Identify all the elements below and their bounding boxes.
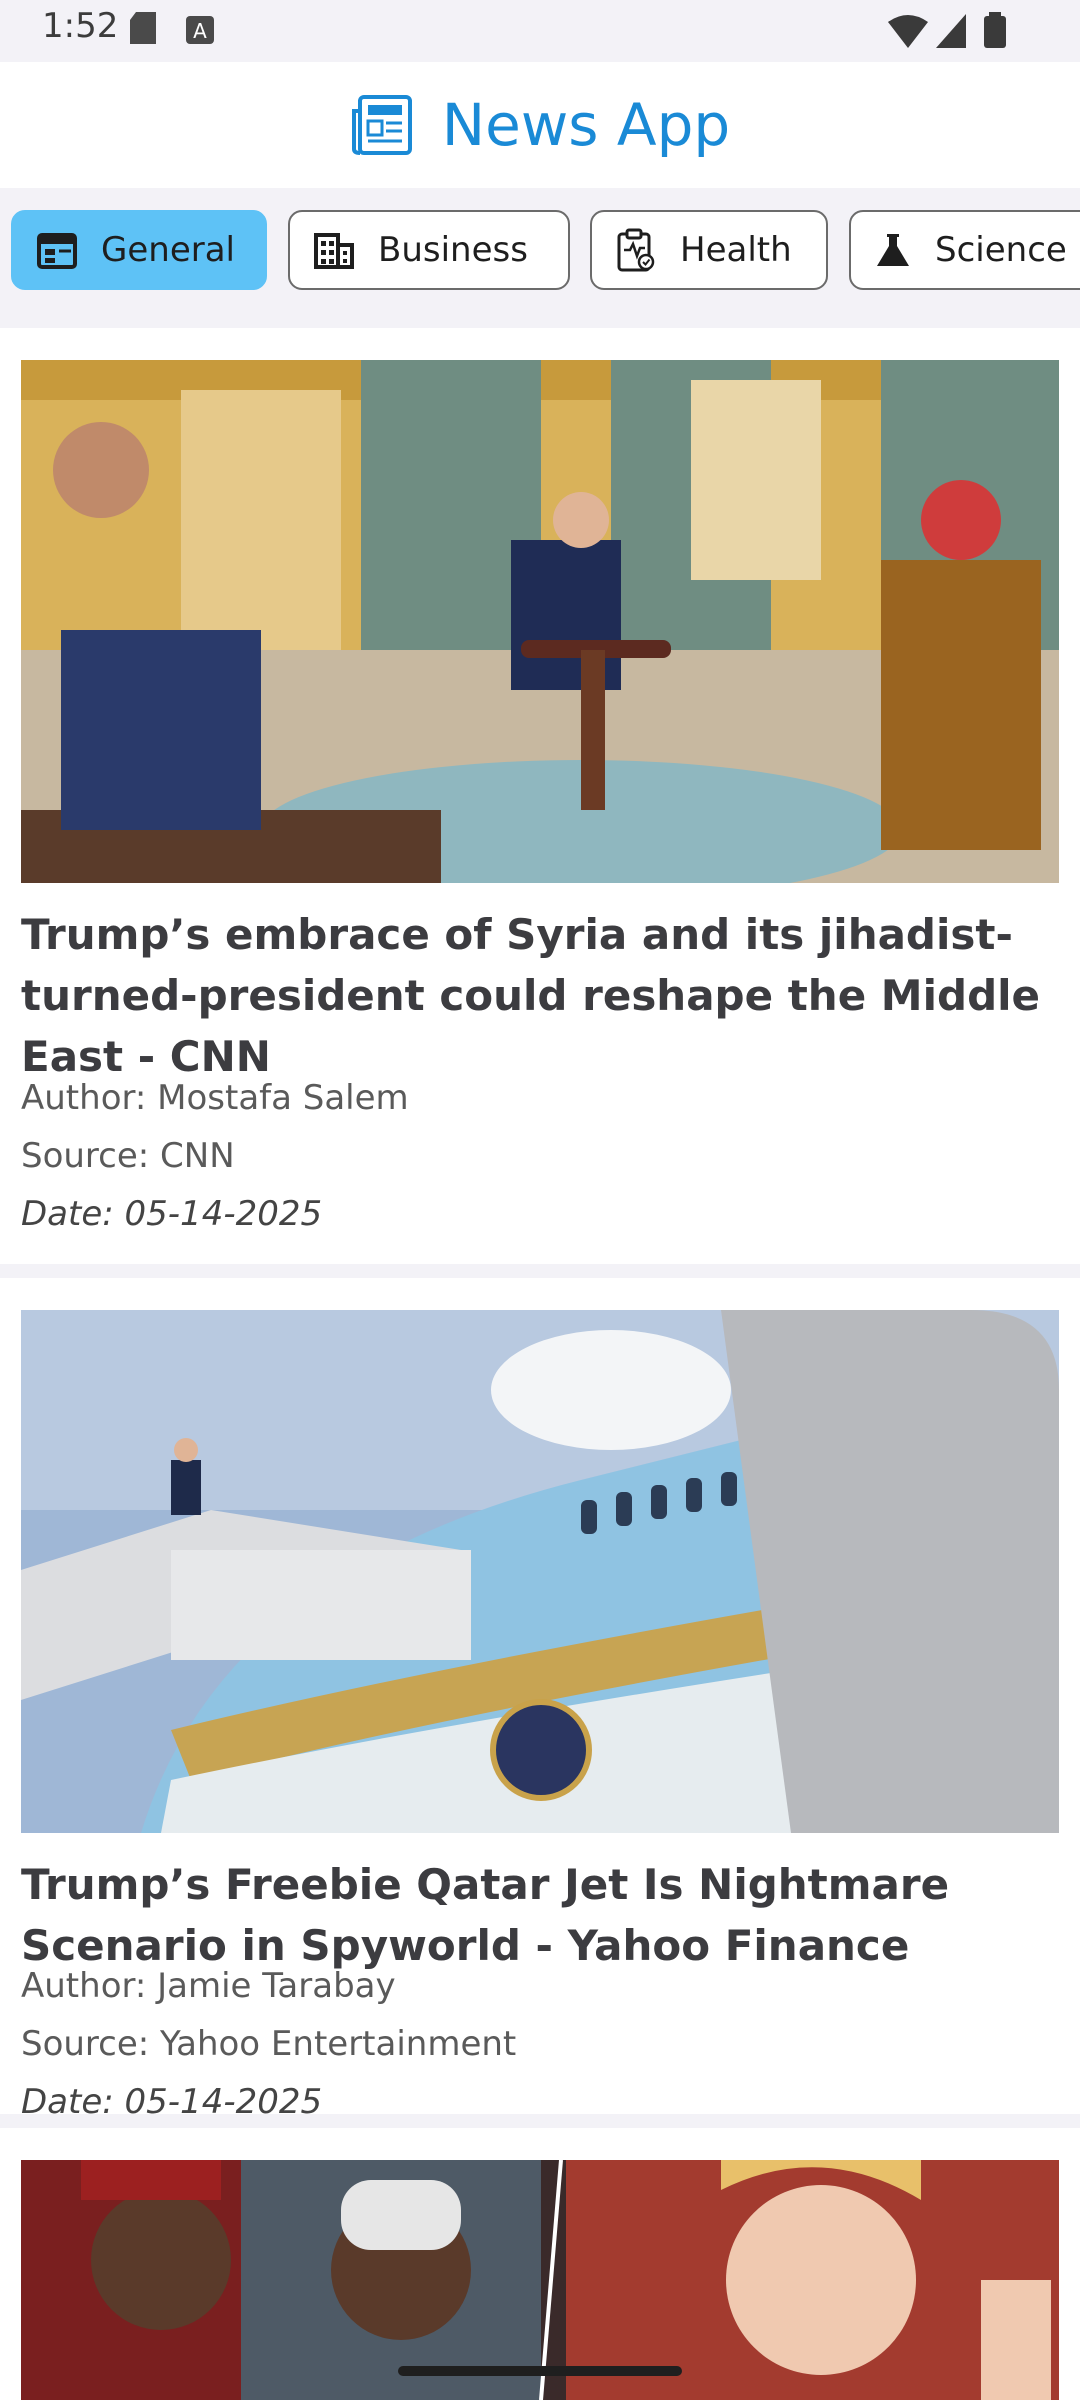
article-date: Date: 05-14-2025 bbox=[21, 2082, 323, 2122]
signal-icon bbox=[936, 14, 966, 48]
article-card[interactable]: Trump’s Freebie Qatar Jet Is Nightmare S… bbox=[0, 1278, 1080, 2122]
keyboard-a-icon: A bbox=[186, 16, 214, 44]
building-icon bbox=[314, 233, 354, 269]
article-title[interactable]: Trump’s Freebie Qatar Jet Is Nightmare S… bbox=[21, 1854, 1059, 1976]
article-source: Source: CNN bbox=[21, 1136, 235, 1176]
sd-card-icon bbox=[130, 12, 156, 44]
category-tabs[interactable]: General Business Health Science bbox=[0, 188, 1080, 328]
article-image bbox=[21, 360, 1059, 883]
tab-general[interactable]: General bbox=[11, 210, 267, 290]
gesture-nav-bar[interactable] bbox=[398, 2366, 682, 2376]
flask-icon bbox=[877, 234, 909, 266]
battery-icon bbox=[984, 12, 1006, 48]
clipboard-health-icon bbox=[617, 228, 655, 272]
tab-business[interactable]: Business bbox=[288, 210, 570, 290]
article-image bbox=[21, 1310, 1059, 1833]
tab-science-label: Science bbox=[935, 230, 1067, 270]
article-date: Date: 05-14-2025 bbox=[21, 1194, 323, 1234]
status-time: 1:52 bbox=[42, 6, 119, 46]
app-title: News App bbox=[441, 91, 731, 159]
svg-text:A: A bbox=[193, 19, 207, 43]
calendar-icon bbox=[37, 233, 77, 269]
wifi-icon bbox=[888, 15, 928, 48]
article-title[interactable]: Trump’s embrace of Syria and its jihadis… bbox=[21, 904, 1059, 1087]
app-bar: News App bbox=[0, 62, 1080, 190]
article-image bbox=[21, 2160, 1059, 2400]
article-card[interactable]: Trump’s embrace of Syria and its jihadis… bbox=[0, 328, 1080, 1264]
status-bar: 1:52 A bbox=[0, 0, 1080, 62]
tab-health-label: Health bbox=[680, 230, 792, 270]
tab-science[interactable]: Science bbox=[849, 210, 1080, 290]
article-author: Author: Mostafa Salem bbox=[21, 1078, 409, 1118]
article-card[interactable] bbox=[0, 2128, 1080, 2400]
tab-business-label: Business bbox=[378, 230, 528, 270]
article-author: Author: Jamie Tarabay bbox=[21, 1966, 396, 2006]
article-source: Source: Yahoo Entertainment bbox=[21, 2024, 517, 2064]
tab-general-label: General bbox=[101, 230, 235, 270]
newspaper-icon bbox=[351, 95, 412, 155]
tab-health[interactable]: Health bbox=[590, 210, 828, 290]
